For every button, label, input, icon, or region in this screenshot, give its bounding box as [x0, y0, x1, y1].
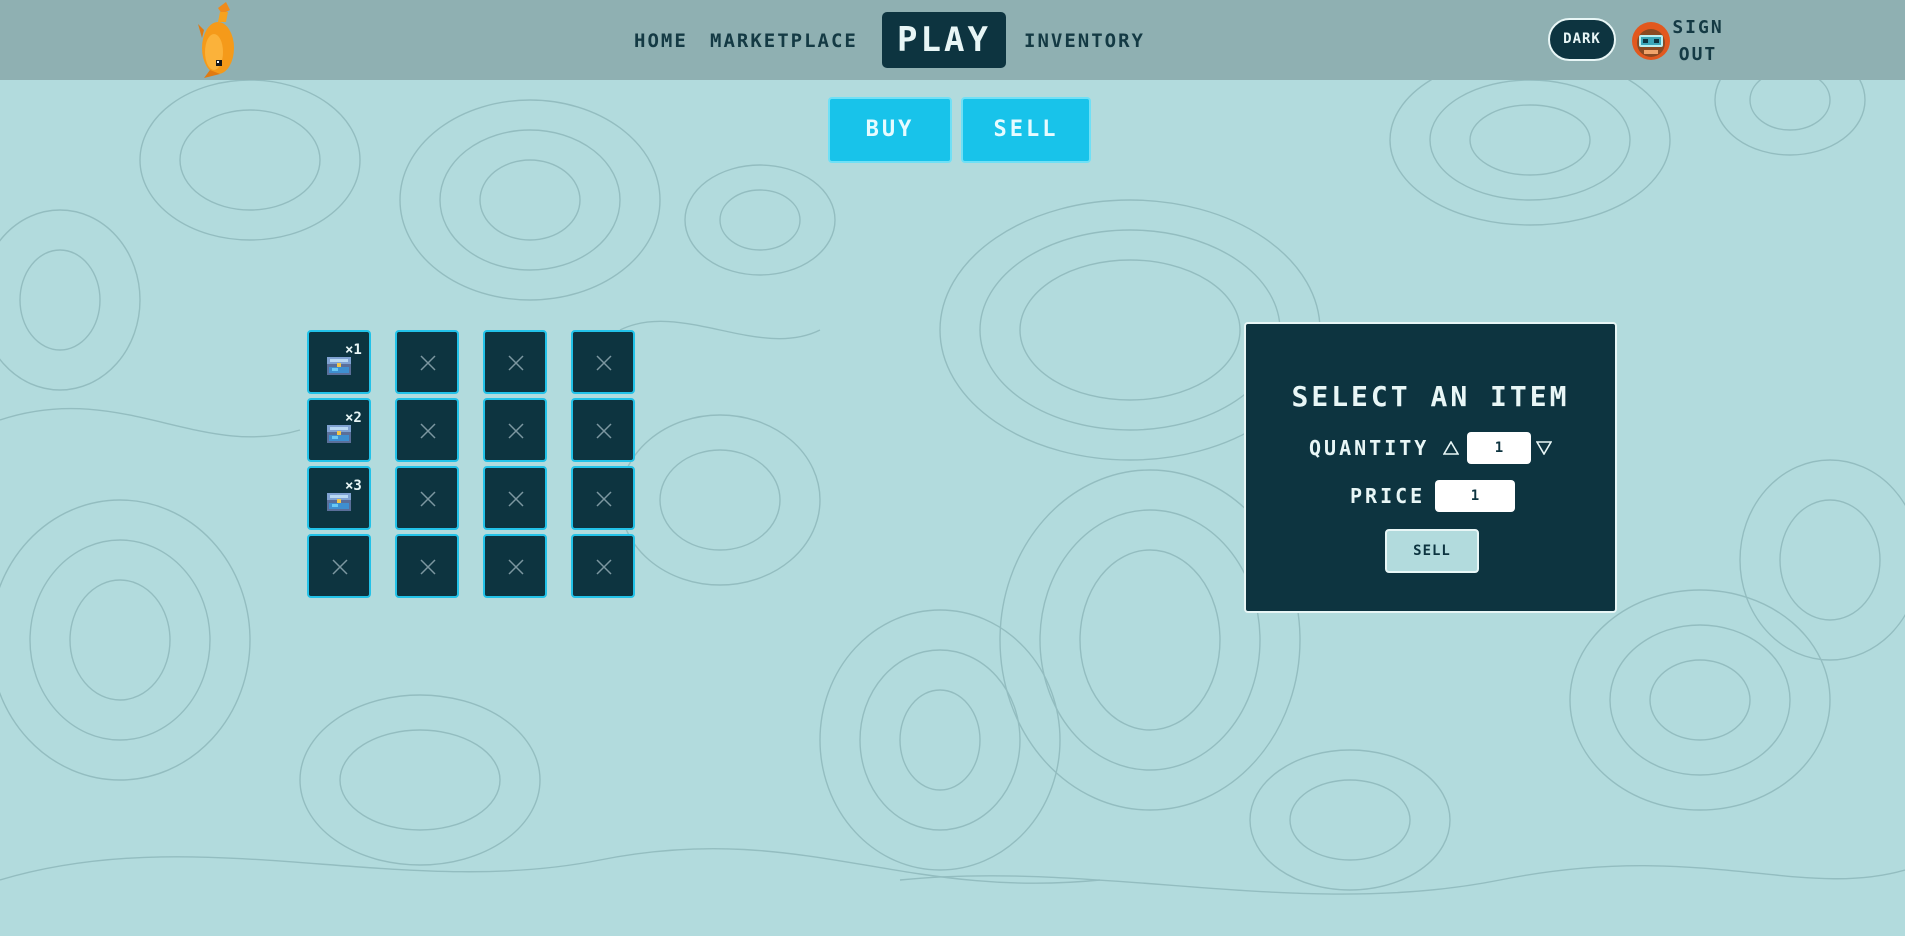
close-icon	[508, 559, 524, 575]
close-icon	[420, 559, 436, 575]
close-icon	[508, 423, 524, 439]
triangle-down-icon[interactable]	[1536, 441, 1552, 455]
nav-inventory-link[interactable]: INVENTORY	[1024, 28, 1145, 54]
close-icon	[596, 355, 612, 371]
close-icon	[596, 491, 612, 507]
player-avatar-icon[interactable]	[1632, 22, 1670, 60]
topographic-background	[0, 44, 1905, 895]
close-icon	[508, 355, 524, 371]
inventory-slot-empty[interactable]	[483, 466, 547, 530]
inventory-slot-empty[interactable]	[395, 466, 459, 530]
inventory-slot-empty[interactable]	[571, 534, 635, 598]
close-icon	[332, 559, 348, 575]
quantity-label: QUANTITY	[1309, 436, 1430, 460]
panel-title: SELECT AN ITEM	[1291, 380, 1570, 413]
sell-item-panel: SELECT AN ITEM QUANTITY PRICE SELL	[1244, 322, 1617, 613]
sign-out-label-line1: SIGN	[1672, 17, 1724, 38]
sign-out-label-line2: OUT	[1678, 44, 1718, 65]
sell-submit-button[interactable]: SELL	[1385, 529, 1479, 573]
inventory-slot-empty[interactable]	[483, 534, 547, 598]
close-icon	[596, 559, 612, 575]
nav-home-link[interactable]: HOME	[634, 28, 688, 54]
sign-out-button[interactable]: SIGN OUT	[1668, 14, 1728, 68]
close-icon	[420, 491, 436, 507]
item-quantity-badge: ×1	[345, 342, 362, 358]
nav-marketplace-link[interactable]: MARKETPLACE	[710, 28, 858, 54]
inventory-slot-empty[interactable]	[571, 330, 635, 394]
price-label: PRICE	[1350, 484, 1426, 508]
inventory-slot-item-1[interactable]: ×1	[307, 330, 371, 394]
sell-tab-button[interactable]: SELL	[961, 97, 1091, 163]
close-icon	[596, 423, 612, 439]
close-icon	[420, 423, 436, 439]
triangle-up-icon[interactable]	[1443, 441, 1459, 455]
inventory-slot-empty[interactable]	[483, 330, 547, 394]
inventory-slot-empty[interactable]	[395, 398, 459, 462]
price-input[interactable]	[1435, 480, 1515, 512]
nav-play-link[interactable]: PLAY	[882, 12, 1006, 68]
inventory-slot-empty[interactable]	[571, 466, 635, 530]
inventory-slot-item-3[interactable]: ×3	[307, 466, 371, 530]
inventory-slot-empty[interactable]	[483, 398, 547, 462]
quantity-input[interactable]	[1467, 432, 1531, 464]
close-icon	[508, 491, 524, 507]
buy-tab-button[interactable]: BUY	[828, 97, 952, 163]
inventory-slot-empty[interactable]	[307, 534, 371, 598]
inventory-slot-empty[interactable]	[571, 398, 635, 462]
top-navbar: HOME MARKETPLACE PLAY INVENTORY DARK SIG…	[0, 0, 1905, 80]
inventory-slot-empty[interactable]	[395, 534, 459, 598]
item-quantity-badge: ×2	[345, 410, 362, 426]
inventory-slot-item-2[interactable]: ×2	[307, 398, 371, 462]
close-icon	[420, 355, 436, 371]
inventory-slot-empty[interactable]	[395, 330, 459, 394]
item-quantity-badge: ×3	[345, 478, 362, 494]
dark-mode-toggle[interactable]: DARK	[1548, 18, 1616, 61]
goldfish-logo-icon[interactable]	[190, 0, 248, 80]
